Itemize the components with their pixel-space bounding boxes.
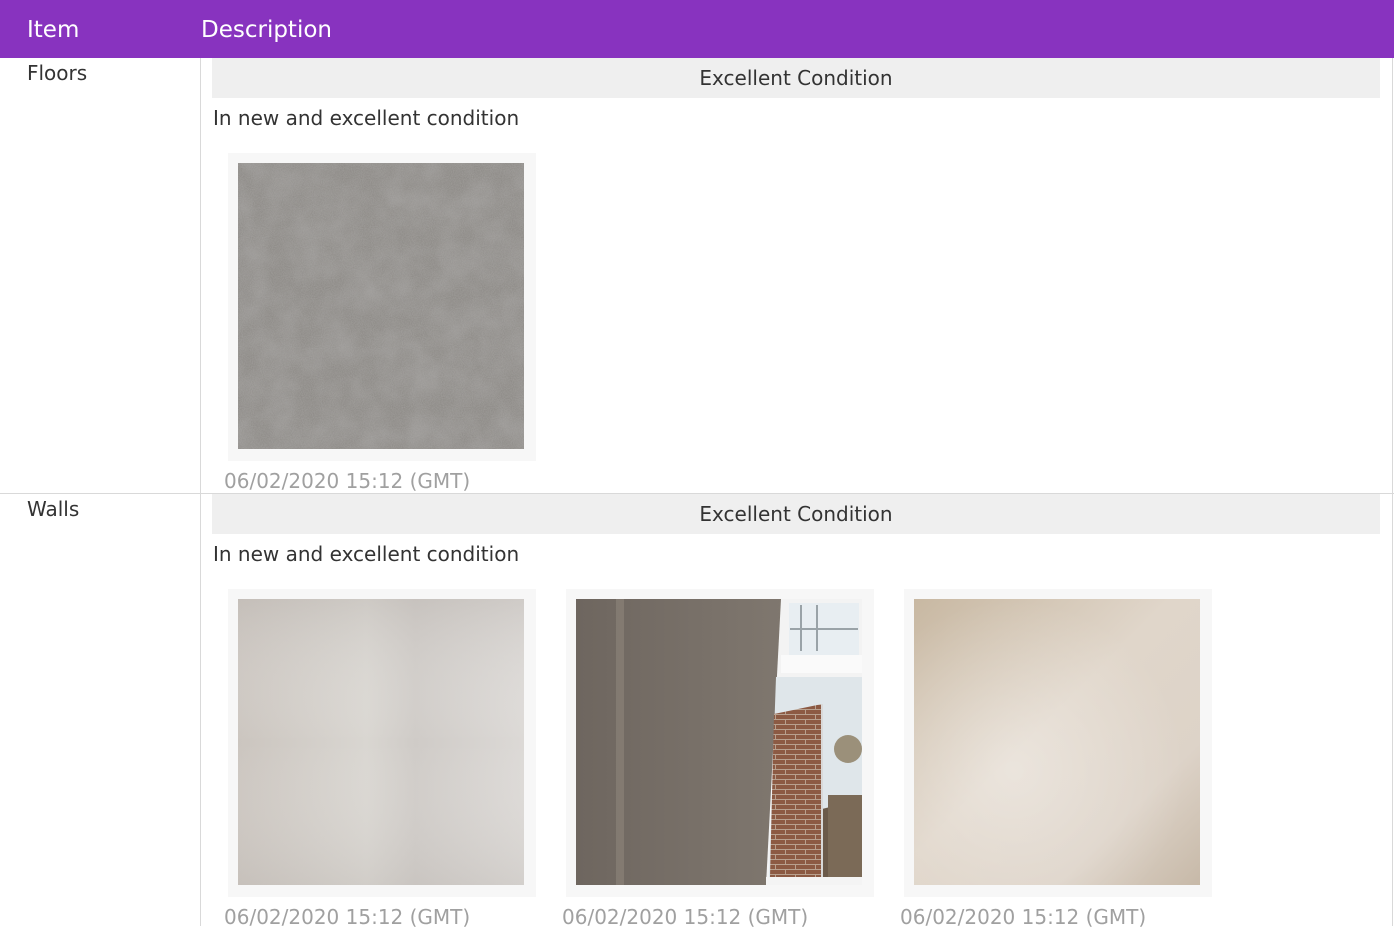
item-label: Floors <box>27 61 88 85</box>
wall-photo[interactable] <box>914 599 1200 885</box>
column-header-description: Description <box>201 17 332 43</box>
photo-timestamp: 06/02/2020 15:12 (GMT) <box>900 905 1147 929</box>
condition-banner: Excellent Condition <box>212 58 1380 98</box>
column-divider <box>200 58 201 926</box>
photo-thumbnail[interactable] <box>904 589 1212 897</box>
table-header: Item Description <box>0 0 1394 58</box>
photo-timestamp: 06/02/2020 15:12 (GMT) <box>562 905 809 929</box>
photo-thumbnail[interactable] <box>566 589 874 897</box>
table-right-border <box>1392 58 1393 926</box>
item-label: Walls <box>27 497 80 521</box>
window-photo[interactable] <box>576 599 862 885</box>
description-text: In new and excellent condition <box>213 106 520 130</box>
carpet-photo[interactable] <box>238 163 524 449</box>
condition-banner: Excellent Condition <box>212 494 1380 534</box>
photo-thumbnail[interactable] <box>228 589 536 897</box>
photo-timestamp: 06/02/2020 15:12 (GMT) <box>224 905 471 929</box>
wall-photo[interactable] <box>238 599 524 885</box>
description-text: In new and excellent condition <box>213 542 520 566</box>
photo-timestamp: 06/02/2020 15:12 (GMT) <box>224 469 471 493</box>
column-header-item: Item <box>27 17 80 43</box>
photo-thumbnail[interactable] <box>228 153 536 461</box>
